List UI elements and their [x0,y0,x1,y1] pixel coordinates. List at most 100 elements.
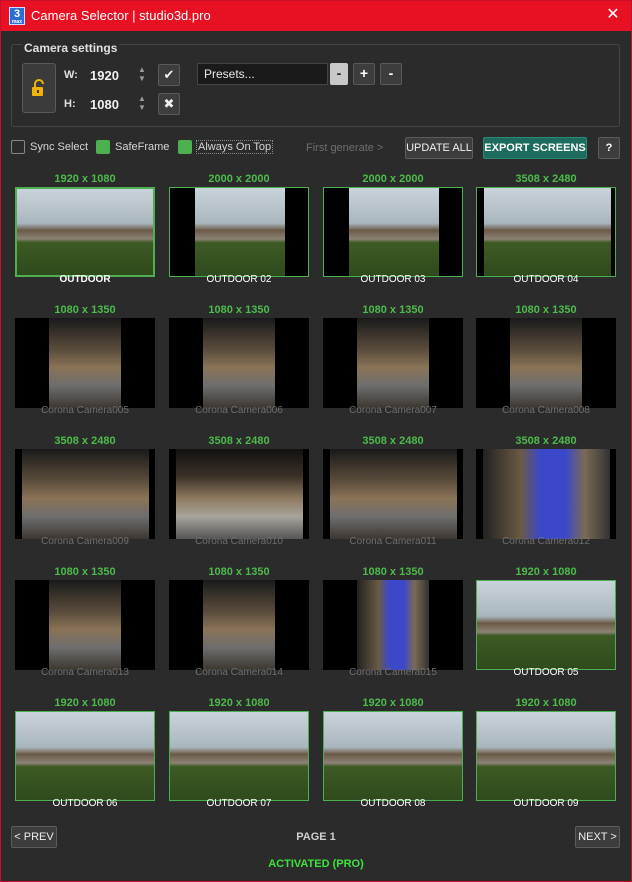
render-preview [477,712,615,800]
always-on-top-label[interactable]: Always On Top [196,140,274,154]
render-preview [16,712,154,800]
camera-name[interactable]: Corona Camera006 [169,405,309,416]
window-title: Camera Selector | studio3d.pro [31,8,211,23]
update-all-button[interactable]: UPDATE ALL [405,137,473,159]
render-preview [203,318,275,408]
camera-name[interactable]: Corona Camera011 [323,536,463,547]
render-preview [17,189,153,275]
camera-name[interactable]: Corona Camera015 [323,667,463,678]
next-page-button[interactable]: NEXT > [575,826,620,848]
camera-name[interactable]: Corona Camera008 [476,405,616,416]
render-preview [483,449,610,539]
camera-resolution: 1080 x 1350 [54,566,116,578]
title-bar[interactable]: 3 max Camera Selector | studio3d.pro ✕ [1,1,631,31]
camera-name[interactable]: Corona Camera013 [15,667,155,678]
camera-name[interactable]: Corona Camera014 [169,667,309,678]
app-icon: 3 max [9,7,25,25]
camera-thumbnail[interactable] [476,580,616,670]
camera-resolution: 1920 x 1080 [54,173,116,185]
render-preview [203,580,275,670]
prev-page-button[interactable]: < PREV [11,826,57,848]
width-label: W: [64,69,78,81]
camera-thumbnail[interactable] [476,318,616,408]
camera-resolution: 2000 x 2000 [362,173,424,185]
reset-size-button[interactable]: ✖ [158,93,180,115]
render-preview [195,188,285,276]
first-generate-link[interactable]: First generate > [306,142,383,154]
camera-thumbnail[interactable] [169,187,309,277]
camera-thumbnail[interactable] [476,449,616,539]
camera-name[interactable]: OUTDOOR 02 [169,274,309,285]
camera-resolution: 3508 x 2480 [208,435,270,447]
render-preview [477,581,615,669]
camera-thumbnail[interactable] [476,187,616,277]
safeframe-checkbox[interactable] [96,140,110,154]
export-screens-button[interactable]: EXPORT SCREENS [483,137,587,159]
camera-resolution: 1080 x 1350 [362,304,424,316]
help-button[interactable]: ? [598,137,620,159]
presets-dash-button[interactable]: - [330,63,348,85]
camera-settings-group [11,44,620,127]
camera-thumbnail[interactable] [323,711,463,801]
camera-thumbnail[interactable] [323,187,463,277]
height-label: H: [64,98,76,110]
camera-name[interactable]: OUTDOOR 03 [323,274,463,285]
height-spinner[interactable]: ▲ ▼ [136,94,148,112]
camera-resolution: 3508 x 2480 [54,435,116,447]
render-preview [324,712,462,800]
camera-thumbnail[interactable] [169,318,309,408]
camera-name[interactable]: Corona Camera010 [169,536,309,547]
sync-select-label[interactable]: Sync Select [30,141,88,153]
camera-name[interactable]: OUTDOOR [15,274,155,285]
camera-thumbnail[interactable] [169,580,309,670]
camera-name[interactable]: Corona Camera012 [476,536,616,547]
camera-thumbnail[interactable] [15,187,155,277]
page-number: PAGE 1 [296,831,336,843]
camera-settings-title: Camera settings [22,41,120,55]
close-icon[interactable]: ✕ [603,5,623,25]
width-value[interactable]: 1920 [90,68,119,83]
spin-down-icon[interactable]: ▼ [136,74,148,83]
camera-name[interactable]: OUTDOOR 04 [476,274,616,285]
camera-thumbnail[interactable] [323,449,463,539]
camera-name[interactable]: OUTDOOR 06 [15,798,155,809]
camera-name[interactable]: Corona Camera007 [323,405,463,416]
camera-name[interactable]: Corona Camera005 [15,405,155,416]
camera-thumbnail[interactable] [169,711,309,801]
width-spinner[interactable]: ▲ ▼ [136,65,148,83]
sync-select-checkbox[interactable] [11,140,25,154]
render-preview [176,449,303,539]
camera-thumbnail[interactable] [323,318,463,408]
camera-thumbnail[interactable] [15,711,155,801]
height-value[interactable]: 1080 [90,97,119,112]
camera-thumbnail[interactable] [476,711,616,801]
spin-up-icon[interactable]: ▲ [136,65,148,74]
spin-down-icon[interactable]: ▼ [136,103,148,112]
camera-thumbnail[interactable] [323,580,463,670]
camera-thumbnail[interactable] [15,318,155,408]
camera-name[interactable]: Corona Camera009 [15,536,155,547]
remove-preset-button[interactable]: - [380,63,402,85]
presets-dropdown[interactable]: Presets... [197,63,328,85]
camera-resolution: 1080 x 1350 [515,304,577,316]
always-on-top-checkbox[interactable] [178,140,192,154]
camera-name[interactable]: OUTDOOR 05 [476,667,616,678]
camera-name[interactable]: OUTDOOR 08 [323,798,463,809]
camera-resolution: 1920 x 1080 [515,566,577,578]
camera-resolution: 3508 x 2480 [362,435,424,447]
camera-resolution: 1920 x 1080 [362,697,424,709]
camera-resolution: 3508 x 2480 [515,173,577,185]
camera-name[interactable]: OUTDOOR 09 [476,798,616,809]
aspect-lock-button[interactable] [22,63,56,113]
camera-resolution: 1920 x 1080 [54,697,116,709]
camera-thumbnail[interactable] [169,449,309,539]
add-preset-button[interactable]: + [353,63,375,85]
render-preview [510,318,582,408]
safeframe-label[interactable]: SafeFrame [115,141,169,153]
camera-name[interactable]: OUTDOOR 07 [169,798,309,809]
confirm-size-button[interactable]: ✔ [158,64,180,86]
camera-thumbnail[interactable] [15,449,155,539]
spin-up-icon[interactable]: ▲ [136,94,148,103]
camera-thumbnail[interactable] [15,580,155,670]
camera-resolution: 1920 x 1080 [208,697,270,709]
